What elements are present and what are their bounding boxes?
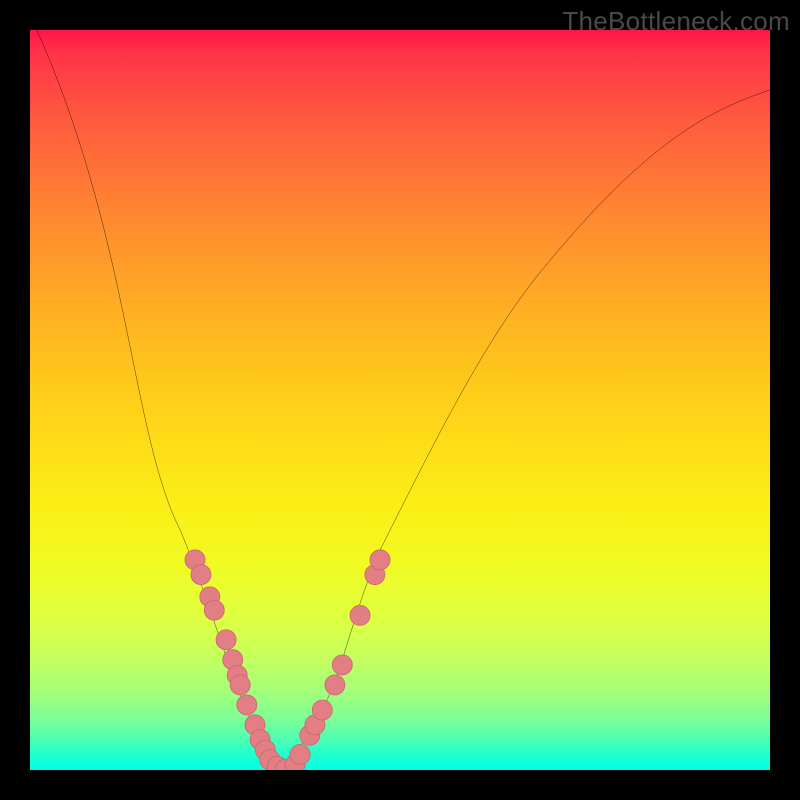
curve-marker [370,550,390,570]
curve-marker [312,700,332,720]
curve-marker [204,600,224,620]
plot-area [30,30,770,770]
curve-marker [325,675,345,695]
bottleneck-curve-svg [30,30,770,770]
curve-marker [332,655,352,675]
curve-group [30,30,770,760]
curve-marker [216,630,236,650]
curve-marker [350,605,370,625]
curve-marker [290,744,310,764]
curve-marker [230,675,250,695]
curve-marker [237,695,257,715]
curve-marker [191,565,211,585]
curve-markers [185,550,390,770]
outer-frame: TheBottleneck.com [0,0,800,800]
bottleneck-curve [30,30,770,760]
